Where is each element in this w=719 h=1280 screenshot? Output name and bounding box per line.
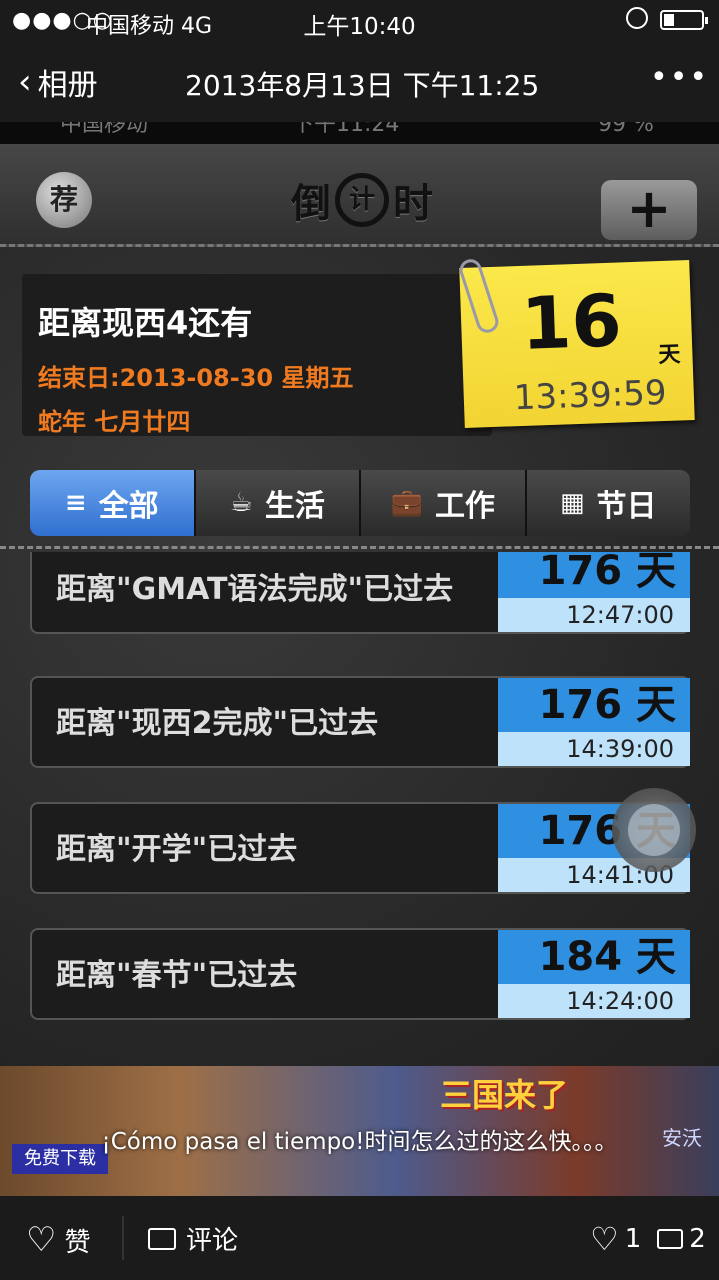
featured-time: 13:39:59 bbox=[513, 372, 668, 419]
item-value: 176 天 14:39:00 bbox=[498, 678, 690, 766]
sticky-note: 16 天 13:39:59 bbox=[459, 260, 695, 428]
item-days: 184 天 bbox=[498, 930, 690, 984]
chevron-left-icon: ‹ bbox=[18, 62, 32, 102]
photo-content[interactable]: 中国移动 下午11:24 99 % 荐 倒 计 时 + 距离现西4还有 结束日:… bbox=[0, 122, 719, 1196]
item-label: 距离"现西2完成"已过去 bbox=[56, 706, 379, 741]
cup-icon: ☕ bbox=[229, 488, 253, 518]
comment-icon bbox=[657, 1229, 684, 1249]
inner-status-bar: 中国移动 下午11:24 99 % bbox=[0, 122, 719, 144]
back-label: 相册 bbox=[37, 68, 98, 103]
calendar-icon: ▦ bbox=[559, 488, 585, 518]
list-item[interactable]: 距离"GMAT语法完成"已过去 176 天 12:47:00 bbox=[30, 552, 690, 634]
tab-label: 工作 bbox=[434, 489, 495, 524]
category-tabs: ≡ 全部 ☕ 生活 💼 工作 ▦ 节日 bbox=[30, 470, 690, 536]
more-button[interactable]: ••• bbox=[650, 60, 709, 95]
back-button[interactable]: ‹ 相册 bbox=[18, 60, 98, 104]
like-label: 赞 bbox=[64, 1227, 91, 1258]
title-left: 倒 bbox=[291, 181, 331, 227]
like-button[interactable]: ♡ 赞 bbox=[26, 1220, 91, 1260]
inner-carrier: 中国移动 bbox=[60, 122, 149, 137]
divider bbox=[0, 546, 719, 549]
list-item[interactable]: 距离"春节"已过去 184 天 14:24:00 bbox=[30, 928, 690, 1020]
recommend-button[interactable]: 荐 bbox=[36, 172, 92, 228]
inner-time: 下午11:24 bbox=[292, 122, 400, 137]
list-item[interactable]: 距离"开学"已过去 176 天 14:41:00 bbox=[30, 802, 690, 894]
app-header: 荐 倒 计 时 + bbox=[0, 144, 719, 247]
ad-title: 三国来了 bbox=[440, 1076, 569, 1114]
tab-life[interactable]: ☕ 生活 bbox=[195, 470, 361, 536]
item-time: 14:24:00 bbox=[498, 984, 690, 1018]
engagement-counts: ♡ 1 2 bbox=[590, 1220, 706, 1258]
item-label: 距离"开学"已过去 bbox=[56, 832, 298, 867]
clock-icon: 计 bbox=[335, 173, 389, 227]
like-count: 1 bbox=[624, 1224, 642, 1254]
item-time: 12:47:00 bbox=[498, 598, 690, 632]
list-item[interactable]: 距离"现西2完成"已过去 176 天 14:39:00 bbox=[30, 676, 690, 768]
tab-work[interactable]: 💼 工作 bbox=[361, 470, 527, 536]
featured-unit: 天 bbox=[658, 342, 681, 369]
item-label: 距离"春节"已过去 bbox=[56, 958, 298, 993]
tab-label: 全部 bbox=[98, 489, 159, 524]
comment-count: 2 bbox=[689, 1224, 706, 1254]
tab-label: 生活 bbox=[264, 489, 325, 524]
status-time: 上午10:40 bbox=[303, 14, 416, 40]
featured-end-date: 结束日:2013-08-30 星期五 bbox=[38, 364, 354, 392]
list-icon: ≡ bbox=[64, 488, 87, 518]
featured-name: 距离现西4还有 bbox=[38, 304, 253, 342]
status-bar: ●●●○○ 中国移动 4G 上午10:40 bbox=[0, 0, 719, 42]
add-button[interactable]: + bbox=[601, 180, 697, 240]
photo-caption: ¡Cómo pasa el tiempo!时间怎么过的这么快。。。 bbox=[101, 1129, 618, 1155]
title-right: 时 bbox=[393, 181, 433, 227]
inner-battery: 99 % bbox=[598, 122, 654, 137]
separator bbox=[122, 1216, 124, 1260]
item-days: 176 天 bbox=[498, 552, 690, 598]
briefcase-icon: 💼 bbox=[390, 488, 423, 518]
item-days: 176 天 bbox=[498, 678, 690, 732]
tab-holiday[interactable]: ▦ 节日 bbox=[526, 470, 690, 536]
comment-icon bbox=[148, 1227, 176, 1250]
heart-icon: ♡ bbox=[26, 1220, 57, 1260]
nav-bar: ‹ 相册 2013年8月13日 下午11:25 ••• bbox=[0, 42, 719, 122]
assistive-touch-button[interactable] bbox=[612, 788, 696, 872]
action-bar: ♡ 赞 评论 ♡ 1 2 bbox=[0, 1196, 719, 1280]
featured-lunar-date: 蛇年 七月廿四 bbox=[38, 408, 191, 436]
item-value: 184 天 14:24:00 bbox=[498, 930, 690, 1018]
heart-icon: ♡ bbox=[590, 1220, 619, 1258]
item-value: 176 天 12:47:00 bbox=[498, 552, 690, 632]
countdown-list[interactable]: 距离"GMAT语法完成"已过去 176 天 12:47:00 距离"现西2完成"… bbox=[0, 552, 719, 1062]
battery-icon bbox=[660, 10, 708, 30]
tab-label: 节日 bbox=[596, 489, 657, 524]
featured-countdown[interactable]: 距离现西4还有 结束日:2013-08-30 星期五 蛇年 七月廿四 bbox=[22, 274, 492, 436]
tab-all[interactable]: ≡ 全部 bbox=[30, 470, 196, 536]
item-label: 距离"GMAT语法完成"已过去 bbox=[56, 572, 454, 607]
rotation-lock-icon bbox=[626, 7, 648, 29]
comment-label: 评论 bbox=[186, 1226, 239, 1256]
featured-days: 16 bbox=[519, 278, 623, 366]
nav-title: 2013年8月13日 下午11:25 bbox=[185, 69, 540, 102]
item-time: 14:39:00 bbox=[498, 732, 690, 766]
comment-button[interactable]: 评论 bbox=[148, 1220, 238, 1257]
app-title: 倒 计 时 bbox=[262, 170, 462, 230]
